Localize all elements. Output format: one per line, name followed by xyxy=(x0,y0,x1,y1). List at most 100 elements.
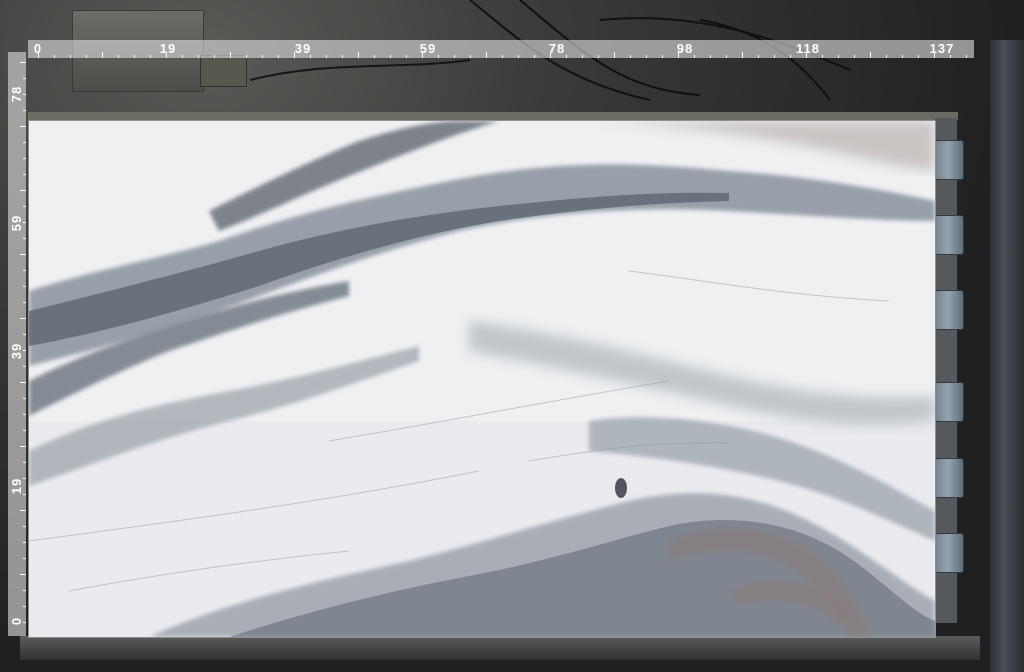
left-ruler-label: 19 xyxy=(9,477,24,495)
roller xyxy=(932,458,964,498)
ruler-tick xyxy=(20,510,26,511)
ruler-tick xyxy=(454,55,455,58)
ruler-tick xyxy=(422,52,423,58)
ruler-tick xyxy=(694,55,695,58)
top-ruler-label: 118 xyxy=(796,41,820,56)
ruler-tick xyxy=(518,55,519,58)
ruler-tick xyxy=(758,55,759,58)
right-rack xyxy=(990,40,1024,672)
ruler-tick xyxy=(534,55,535,58)
ruler-tick xyxy=(582,55,583,58)
ruler-tick xyxy=(246,55,247,58)
ruler-tick xyxy=(23,414,26,415)
ruler-tick xyxy=(182,55,183,58)
ruler-tick xyxy=(374,55,375,58)
ruler-tick xyxy=(23,302,26,303)
ruler-tick xyxy=(390,55,391,58)
ruler-tick xyxy=(23,78,26,79)
ruler-tick xyxy=(326,55,327,58)
ruler-tick xyxy=(54,55,55,58)
ruler-tick xyxy=(662,55,663,58)
ruler-tick xyxy=(646,55,647,58)
ruler-tick xyxy=(550,52,551,58)
overhead-cables xyxy=(249,0,851,101)
ruler-tick xyxy=(23,542,26,543)
ruler-tick xyxy=(198,55,199,58)
ruler-tick xyxy=(20,446,26,447)
roller xyxy=(932,290,964,330)
roller xyxy=(932,382,964,422)
ruler-tick xyxy=(614,52,615,58)
ruler-tick xyxy=(918,55,919,58)
ruler-tick xyxy=(774,55,775,58)
ruler-tick xyxy=(502,55,503,58)
top-ruler-label: 78 xyxy=(548,41,566,56)
ruler-tick xyxy=(886,55,887,58)
ruler-tick xyxy=(166,52,167,58)
ruler-tick xyxy=(726,55,727,58)
ruler-tick xyxy=(70,55,71,58)
bottom-rail xyxy=(20,636,980,660)
ruler-tick xyxy=(23,334,26,335)
ruler-tick xyxy=(342,55,343,58)
ruler-tick xyxy=(102,52,103,58)
ruler-tick xyxy=(23,238,26,239)
ruler-tick xyxy=(134,55,135,58)
top-ruler-label: 19 xyxy=(159,41,177,56)
ruler-tick xyxy=(118,55,119,58)
ruler-tick xyxy=(23,590,26,591)
ruler-tick xyxy=(20,574,26,575)
left-ruler-label: 39 xyxy=(9,342,24,360)
ruler-tick xyxy=(278,55,279,58)
ruler-tick xyxy=(20,190,26,191)
ruler-tick xyxy=(854,55,855,58)
roller xyxy=(932,533,964,573)
ruler-tick xyxy=(710,55,711,58)
ruler-tick xyxy=(150,55,151,58)
ruler-tick xyxy=(23,94,26,95)
ruler-tick xyxy=(310,55,311,58)
ruler-tick xyxy=(486,52,487,58)
ruler-tick xyxy=(23,366,26,367)
ruler-tick xyxy=(86,55,87,58)
ruler-tick xyxy=(230,52,231,58)
ruler-tick xyxy=(23,222,26,223)
ruler-tick xyxy=(23,478,26,479)
ruler-tick xyxy=(950,55,951,58)
ruler-tick xyxy=(23,526,26,527)
ruler-tick xyxy=(358,52,359,58)
marble-slab xyxy=(28,120,936,638)
ruler-tick xyxy=(20,382,26,383)
ruler-tick xyxy=(806,52,807,58)
ruler-tick xyxy=(406,55,407,58)
ruler-tick xyxy=(23,286,26,287)
ruler-tick xyxy=(23,270,26,271)
ruler-tick xyxy=(23,622,26,623)
ruler-tick xyxy=(20,126,26,127)
ruler-tick xyxy=(23,398,26,399)
ruler-tick xyxy=(23,206,26,207)
ruler-tick xyxy=(598,55,599,58)
ruler-tick xyxy=(294,52,295,58)
ruler-tick xyxy=(38,52,39,58)
ruler-tick xyxy=(23,142,26,143)
roller xyxy=(932,140,964,180)
ruler-tick xyxy=(23,462,26,463)
ruler-tick xyxy=(870,52,871,58)
ruler-tick xyxy=(20,62,26,63)
left-ruler-label: 59 xyxy=(9,214,24,232)
ruler-tick xyxy=(23,558,26,559)
ruler-tick xyxy=(934,52,935,58)
ruler-tick xyxy=(262,55,263,58)
ruler-tick xyxy=(742,52,743,58)
top-ruler: 0 19 39 59 78 98 118 137 xyxy=(28,40,974,58)
ruler-tick xyxy=(678,52,679,58)
ruler-tick xyxy=(630,55,631,58)
ruler-tick xyxy=(23,110,26,111)
top-ruler-label: 39 xyxy=(294,41,312,56)
ruler-tick xyxy=(438,55,439,58)
ruler-tick xyxy=(23,606,26,607)
roller xyxy=(932,215,964,255)
ruler-tick xyxy=(470,55,471,58)
ruler-tick xyxy=(20,318,26,319)
